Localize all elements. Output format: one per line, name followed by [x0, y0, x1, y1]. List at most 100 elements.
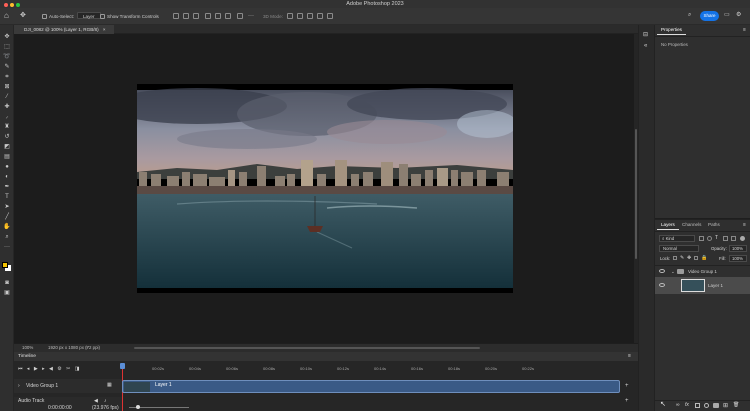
layer-row-video-group[interactable]: ⌄ Video Group 1	[655, 267, 750, 276]
visibility-eye-icon[interactable]	[659, 269, 665, 273]
visibility-eye-icon[interactable]	[659, 283, 665, 287]
horizontal-scroll-thumb[interactable]	[134, 347, 480, 349]
zoom-level[interactable]: 100%	[22, 344, 33, 352]
split-icon[interactable]: ✂	[66, 366, 70, 372]
add-audio-icon[interactable]: +	[625, 398, 629, 404]
tab-channels[interactable]: Channels	[678, 220, 705, 230]
new-layer-icon[interactable]: ⊞	[723, 402, 728, 409]
history-brush-icon[interactable]: ↺	[3, 134, 11, 141]
zoom-slider-thumb[interactable]	[136, 405, 140, 409]
pan-3d-icon[interactable]	[307, 13, 313, 19]
frame-icon[interactable]: ⊠	[3, 84, 11, 91]
tab-paths[interactable]: Paths	[704, 220, 724, 230]
play-icon[interactable]: ▶	[34, 366, 38, 372]
align-center-icon[interactable]	[183, 13, 189, 19]
lock-artboard-icon[interactable]	[694, 256, 698, 260]
properties-menu-icon[interactable]: ≡	[743, 27, 746, 33]
lock-position-icon[interactable]: ✥	[687, 255, 691, 261]
lock-transparent-icon[interactable]	[673, 256, 677, 260]
vertical-scroll-thumb[interactable]	[635, 129, 637, 259]
crop-icon[interactable]: ⌗	[3, 74, 11, 81]
add-mask-icon[interactable]	[695, 403, 700, 408]
path-select-icon[interactable]: ➤	[3, 204, 11, 211]
lasso-icon[interactable]: ➰	[3, 54, 11, 61]
image-canvas[interactable]	[107, 84, 517, 293]
line-icon[interactable]: ╱	[3, 214, 11, 221]
type-icon[interactable]: T	[3, 194, 11, 201]
marquee-icon[interactable]: ⬚	[3, 44, 11, 51]
expand-folder-icon[interactable]: ⌄	[671, 267, 675, 276]
next-frame-icon[interactable]: ▸	[42, 366, 45, 372]
gradient-icon[interactable]: ▤	[3, 154, 11, 161]
layer-row-layer-1[interactable]: Layer 1	[655, 277, 750, 294]
zoom-window-icon[interactable]	[16, 3, 20, 7]
close-tab-icon[interactable]: ×	[103, 27, 106, 32]
close-window-icon[interactable]	[4, 3, 8, 7]
settings-icon[interactable]: ⚙	[57, 366, 61, 372]
more-tools-icon[interactable]: ···	[3, 244, 11, 251]
scale-3d-icon[interactable]	[327, 13, 333, 19]
blend-mode-dropdown[interactable]: Normal	[659, 245, 699, 252]
previous-frame-icon[interactable]: ◂	[27, 366, 30, 372]
filter-kind-dropdown[interactable]: ⌕ Kind	[659, 235, 695, 242]
layer-clip[interactable]: Layer 1	[122, 380, 620, 393]
auto-select-checkbox[interactable]: Auto-Select:	[42, 12, 74, 21]
blur-icon[interactable]: ●	[3, 164, 11, 171]
tab-layers[interactable]: Layers	[657, 220, 679, 230]
roll-3d-icon[interactable]	[297, 13, 303, 19]
add-media-icon[interactable]: +	[625, 383, 629, 389]
move-icon[interactable]: ✥	[3, 34, 11, 41]
layer-select-dropdown[interactable]: Layer	[75, 12, 101, 21]
move-tool-icon[interactable]: ✥	[20, 11, 26, 20]
brush-icon[interactable]: ⸝	[3, 114, 11, 121]
pen-icon[interactable]: ✒	[3, 184, 11, 191]
distribute-icon[interactable]	[237, 13, 243, 19]
filter-type-icon[interactable]: T	[715, 235, 718, 241]
quick-select-icon[interactable]: ✎	[3, 64, 11, 71]
filter-pixel-icon[interactable]	[699, 236, 704, 241]
delete-layer-icon[interactable]: 🗑	[733, 402, 739, 408]
status-arrow-icon[interactable]: ›	[86, 344, 88, 352]
screen-mode-icon[interactable]: ▣	[3, 290, 11, 297]
layer-name[interactable]: Layer 1	[708, 277, 723, 294]
align-top-icon[interactable]	[205, 13, 211, 19]
workspace-icon[interactable]: ▭	[724, 11, 730, 20]
adjustment-layer-icon[interactable]	[704, 403, 709, 408]
eraser-icon[interactable]: ◩	[3, 144, 11, 151]
filter-smart-object-icon[interactable]	[731, 236, 736, 241]
eyedropper-icon[interactable]: ⁄	[3, 94, 11, 101]
layer-style-icon[interactable]: fx	[685, 402, 689, 408]
timeline-menu-icon[interactable]: ≡	[628, 352, 631, 361]
settings-gear-icon[interactable]: ⚙	[736, 11, 741, 20]
share-button[interactable]: Share	[700, 11, 719, 21]
lock-image-icon[interactable]: ✎	[680, 255, 684, 261]
fill-input[interactable]: 100%	[729, 255, 747, 262]
minimize-window-icon[interactable]	[10, 3, 14, 7]
audio-icon[interactable]: ◀	[49, 366, 53, 372]
lock-all-icon[interactable]: 🔒	[701, 255, 707, 261]
expand-group-icon[interactable]: ›	[18, 383, 20, 389]
layer-name[interactable]: Video Group 1	[688, 267, 717, 276]
zoom-icon[interactable]: ⌕	[3, 234, 11, 241]
home-icon[interactable]: ⌂	[4, 11, 9, 20]
music-note-icon[interactable]: ♪	[104, 398, 107, 404]
more-options-icon[interactable]: ···	[248, 12, 254, 21]
adjustments-panel-icon[interactable]: ⊟	[643, 31, 648, 38]
slide-3d-icon[interactable]	[317, 13, 323, 19]
clone-stamp-icon[interactable]: ♜	[3, 124, 11, 131]
hand-icon[interactable]: ✋	[3, 224, 11, 231]
tab-properties[interactable]: Properties	[657, 25, 686, 35]
search-icon[interactable]: ⌕	[688, 11, 691, 20]
link-layers-icon[interactable]: ∞	[676, 402, 680, 408]
mute-audio-icon[interactable]: ◀	[94, 398, 98, 404]
document-tab[interactable]: DJI_0082 @ 100% (Layer 1, RGB/8) ×	[14, 25, 114, 34]
foreground-color-swatch[interactable]	[2, 262, 8, 268]
filter-toggle-icon[interactable]	[740, 236, 745, 241]
transition-icon[interactable]: ◨	[75, 366, 80, 372]
film-strip-icon[interactable]: ▦	[107, 382, 112, 388]
orbit-3d-icon[interactable]	[287, 13, 293, 19]
filter-shape-icon[interactable]	[723, 236, 728, 241]
filter-adjustment-icon[interactable]	[707, 236, 712, 241]
transform-controls-checkbox[interactable]: Show Transform Controls	[100, 12, 159, 21]
align-middle-icon[interactable]	[215, 13, 221, 19]
